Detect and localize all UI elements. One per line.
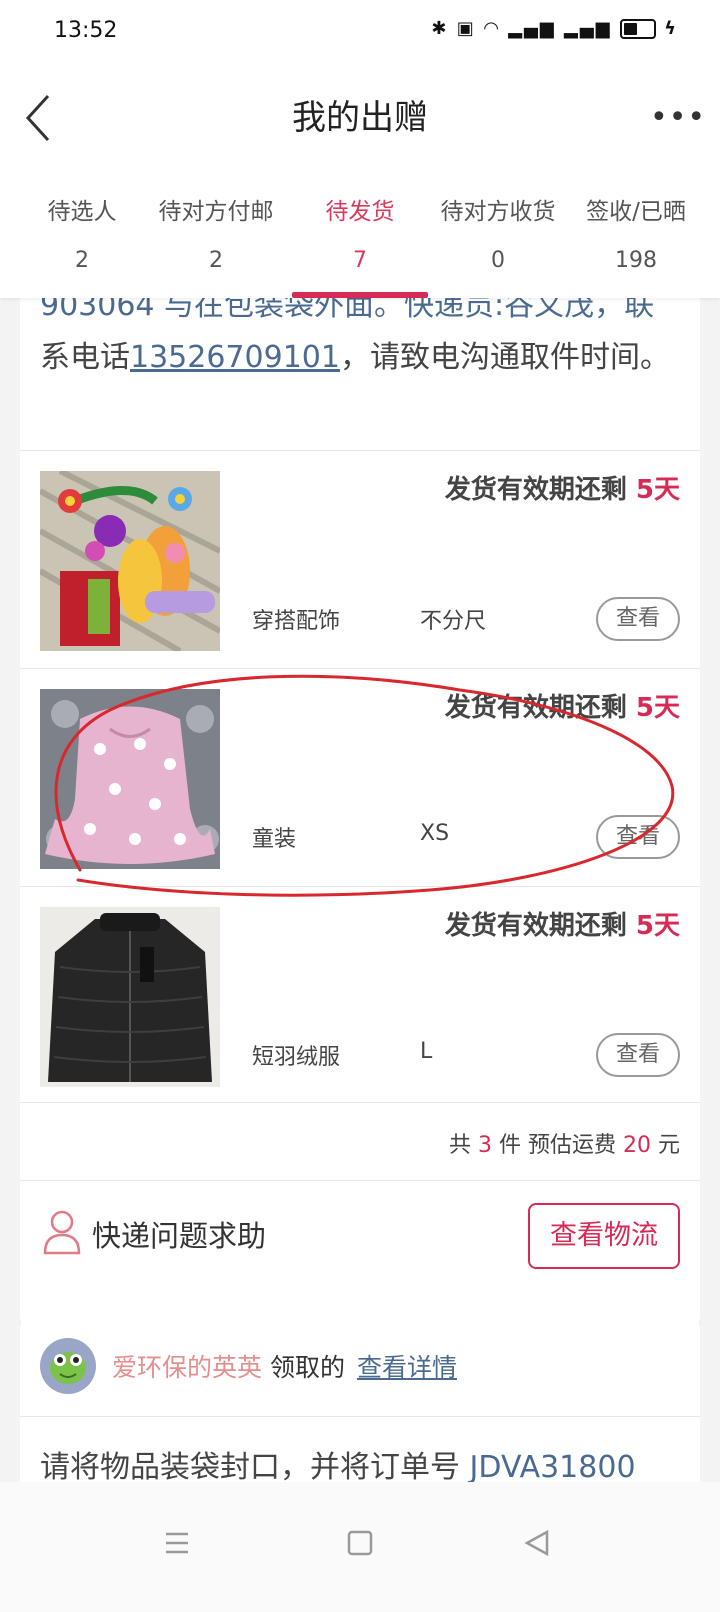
charging-icon: ϟ	[664, 18, 678, 39]
back-nav-button[interactable]	[512, 1518, 562, 1568]
item-size: 不分尺	[420, 609, 487, 634]
item-image-down-jacket	[40, 907, 220, 1087]
summary-suffix: 元	[657, 1133, 680, 1158]
item-row[interactable]: 发货有效期还剩 5天 穿搭配饰 不分尺 查看	[20, 450, 700, 669]
tab-count: 7	[353, 248, 367, 273]
item-category: 短羽绒服	[252, 1045, 341, 1070]
view-details-link[interactable]: 查看详情	[357, 1353, 457, 1382]
help-row: 快递问题求助 查看物流	[20, 1180, 700, 1291]
courier-phone-link[interactable]: 13526709101	[130, 340, 340, 375]
menu-nav-button[interactable]	[152, 1518, 202, 1568]
signal-icon: ▂▄▆	[508, 18, 556, 39]
item-image-kids-dress	[40, 689, 220, 869]
view-item-button[interactable]: 查看	[596, 1033, 680, 1077]
view-item-button[interactable]: 查看	[596, 597, 680, 641]
header: 我的出赠 •••	[0, 64, 720, 174]
tab-label: 待选人	[47, 199, 117, 225]
deadline-label: 发货有效期还剩	[444, 693, 627, 723]
item-category: 穿搭配饰	[252, 609, 341, 634]
status-icons: ✱ ▣ ◠ ▂▄▆ ▂▄▆ ϟ	[431, 18, 678, 39]
tab-count: 0	[491, 248, 505, 273]
tab-pending-postage[interactable]: 待对方付邮 2	[146, 174, 286, 298]
battery-icon	[619, 19, 656, 39]
shipping-deadline: 发货有效期还剩 5天	[445, 469, 680, 506]
claim-text: 爱环保的英英 领取的 查看详情	[112, 1348, 457, 1384]
page-title: 我的出赠	[292, 98, 428, 138]
order-card: 903064 与在包装袋外面。快递员:谷义茂，联 系电话13526709101，…	[20, 240, 700, 1330]
tab-count: 2	[75, 248, 89, 273]
item-size: XS	[420, 821, 450, 846]
notice-text: 系电话	[40, 340, 130, 375]
order-summary: 共 3 件 预估运费 20 元	[20, 1102, 700, 1181]
summary-mid: 件 预估运费	[498, 1133, 616, 1158]
claim-row: 爱环保的英英 领取的 查看详情	[20, 1316, 700, 1417]
deadline-label: 发货有效期还剩	[444, 911, 627, 941]
tab-pending-selection[interactable]: 待选人 2	[12, 174, 152, 298]
tab-pending-shipment[interactable]: 待发货 7	[290, 174, 430, 298]
tab-count: 198	[615, 248, 657, 273]
avatar[interactable]	[40, 1338, 96, 1394]
notice-text: ，请致电沟通取件时间。	[339, 340, 670, 375]
tab-label: 待对方收货	[440, 199, 556, 225]
item-image-accessories	[40, 471, 220, 651]
tab-signed-shared[interactable]: 签收/已晒 198	[566, 174, 706, 298]
signal-icon-2: ▂▄▆	[564, 18, 612, 39]
system-nav-bar	[0, 1482, 720, 1612]
deadline-label: 发货有效期还剩	[444, 475, 627, 505]
tab-pending-receipt[interactable]: 待对方收货 0	[428, 174, 568, 298]
home-nav-button[interactable]	[335, 1518, 385, 1568]
claimer-name[interactable]: 爱环保的英英	[112, 1353, 262, 1382]
tab-label: 待发货	[325, 199, 395, 225]
item-row[interactable]: 发货有效期还剩 5天 童装 XS 查看	[20, 668, 700, 887]
user-icon[interactable]	[42, 1209, 82, 1255]
tab-count: 2	[209, 248, 223, 273]
notice-text: 请将物品装袋封口，并将订单号	[40, 1450, 460, 1485]
item-category: 童装	[252, 827, 297, 852]
menu-icon	[166, 1532, 188, 1554]
summary-prefix: 共	[448, 1133, 471, 1158]
shipping-deadline: 发货有效期还剩 5天	[445, 905, 680, 942]
summary-text: 共 3 件 预估运费 20 元	[449, 1127, 680, 1159]
courier-help-link[interactable]: 快递问题求助	[92, 1213, 266, 1255]
deadline-days: 5天	[635, 475, 680, 505]
tab-label: 签收/已晒	[586, 199, 686, 225]
claim-action: 领取的	[269, 1353, 345, 1382]
hd-icon: ▣	[456, 18, 476, 39]
status-time: 13:52	[54, 18, 118, 43]
back-triangle-icon	[524, 1529, 549, 1557]
view-item-button[interactable]: 查看	[596, 815, 680, 859]
active-tab-indicator	[292, 292, 428, 298]
item-row[interactable]: 发货有效期还剩 5天 短羽绒服 L 查看	[20, 886, 700, 1105]
shipping-deadline: 发货有效期还剩 5天	[445, 687, 680, 724]
deadline-days: 5天	[635, 693, 680, 723]
more-icon: •••	[650, 100, 707, 135]
shipping-fee: 20	[622, 1133, 651, 1158]
status-bar: 13:52 ✱ ▣ ◠ ▂▄▆ ▂▄▆ ϟ	[0, 0, 720, 64]
deadline-days: 5天	[635, 911, 680, 941]
home-square-icon	[347, 1530, 373, 1556]
wifi-icon: ◠	[484, 18, 500, 39]
view-logistics-button[interactable]: 查看物流	[528, 1203, 680, 1269]
status-tabs: 待选人 2 待对方付邮 2 待发货 7 待对方收货 0 签收/已晒 198	[0, 174, 720, 298]
more-menu-button[interactable]: •••	[650, 100, 705, 136]
item-size: L	[420, 1039, 433, 1064]
order-number: JDVA31800	[469, 1450, 636, 1485]
shipping-notice: 请将物品装袋封口，并将订单号 JDVA31800	[40, 1442, 636, 1486]
item-count: 3	[477, 1133, 492, 1158]
bluetooth-icon: ✱	[431, 18, 449, 39]
tab-label: 待对方付邮	[158, 199, 274, 225]
